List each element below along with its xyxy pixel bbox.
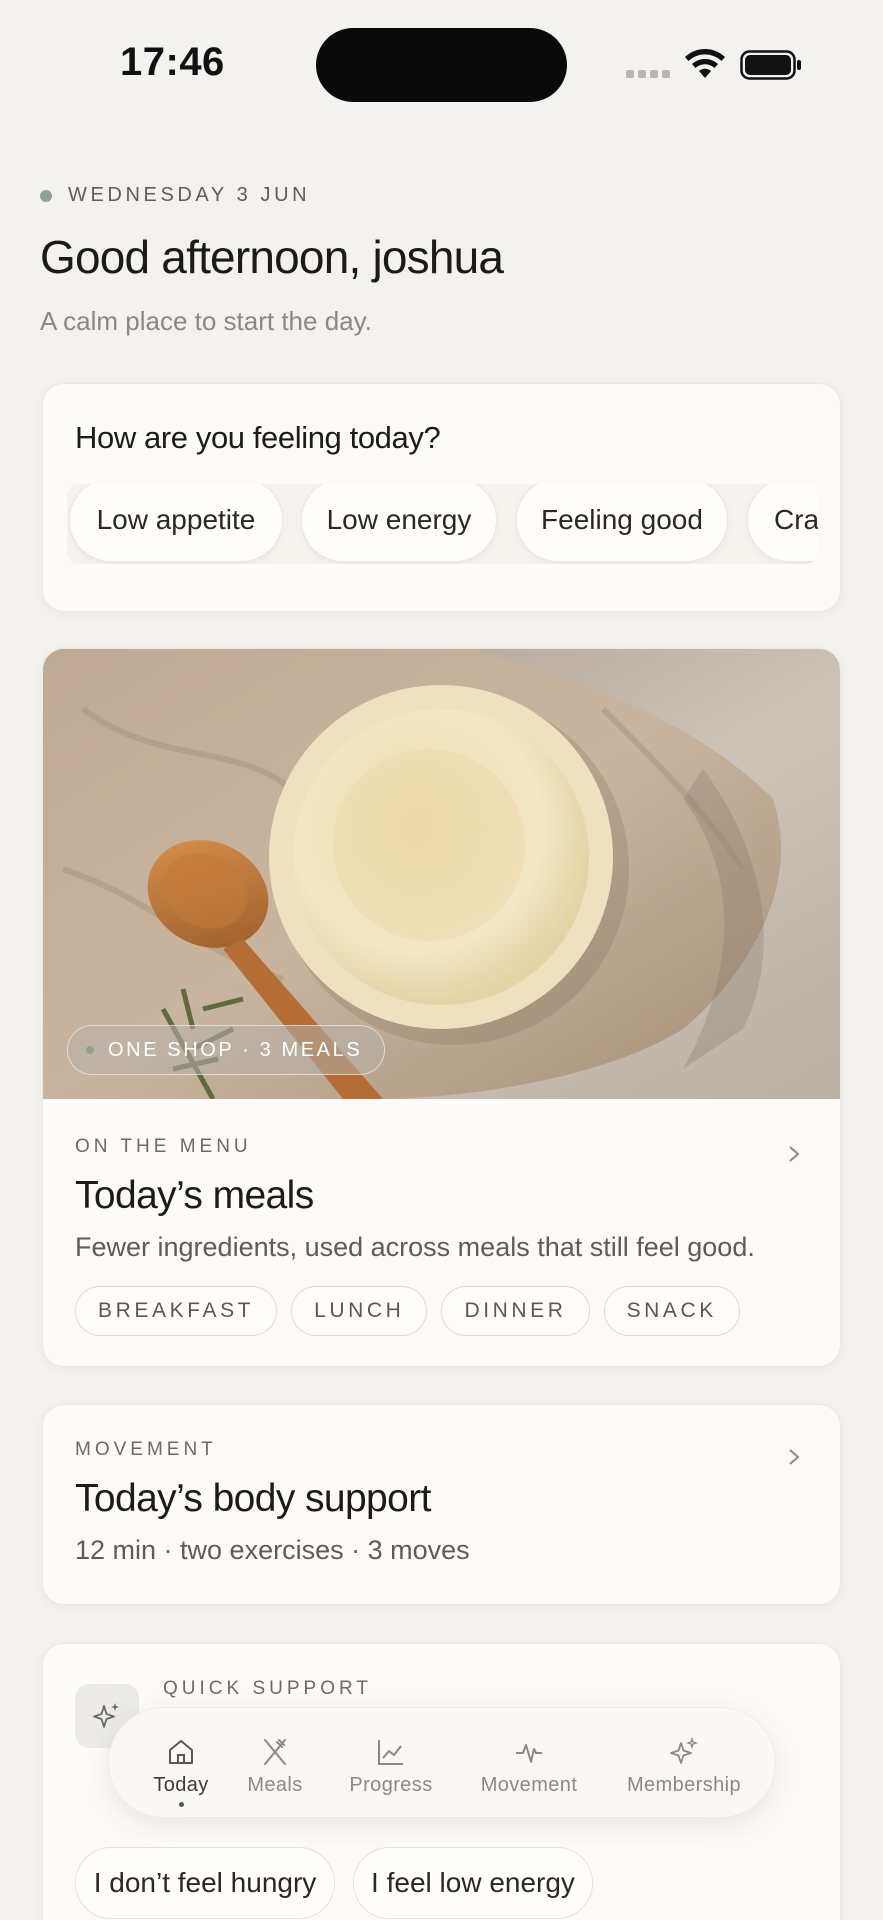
tab-label: Meals	[247, 1774, 303, 1796]
dynamic-island	[316, 28, 567, 102]
quick-chip-not-hungry[interactable]: I don’t feel hungry	[75, 1847, 335, 1919]
meal-photo: ONE SHOP · 3 MEALS	[43, 649, 840, 1099]
cellular-signal-icon	[626, 70, 672, 78]
meal-tag-breakfast[interactable]: BREAKFAST	[75, 1286, 278, 1336]
greeting-title: Good afternoon, joshua	[40, 231, 504, 283]
tab-today[interactable]: Today	[141, 1708, 221, 1819]
home-icon	[169, 1740, 193, 1764]
tab-meals[interactable]: Meals	[235, 1708, 315, 1819]
tagline: A calm place to start the day.	[40, 306, 372, 336]
sparkle-icon	[93, 1703, 119, 1728]
battery-icon	[740, 50, 801, 80]
feeling-question: How are you feeling today?	[75, 420, 441, 455]
meals-eyebrow: ON THE MENU	[75, 1136, 252, 1157]
tab-label: Progress	[349, 1774, 433, 1796]
sparkle-icon	[670, 1736, 699, 1764]
meals-subtitle: Fewer ingredients, used across meals tha…	[75, 1232, 755, 1262]
feeling-card: How are you feeling today? Low appetite …	[42, 383, 841, 612]
tab-label: Membership	[626, 1774, 742, 1796]
tab-label: Movement	[480, 1774, 578, 1796]
quick-chip-low-energy[interactable]: I feel low energy	[353, 1847, 593, 1919]
feeling-chip-cravings[interactable]: Cra	[747, 484, 818, 562]
status-bar: 17:46	[0, 0, 883, 130]
meals-card[interactable]: ONE SHOP · 3 MEALS ON THE MENU Today’s m…	[42, 648, 841, 1367]
chevron-right-icon[interactable]	[786, 1447, 802, 1467]
movement-title: Today’s body support	[75, 1477, 431, 1520]
chart-icon	[378, 1740, 403, 1765]
status-dot	[40, 189, 52, 202]
tab-progress[interactable]: Progress	[339, 1708, 443, 1819]
feeling-chip-low-appetite[interactable]: Low appetite	[69, 484, 283, 562]
feeling-chip-feeling-good[interactable]: Feeling good	[516, 484, 728, 562]
meal-badge-label: ONE SHOP · 3 MEALS	[108, 1038, 363, 1061]
bottom-tab-bar: Today Meals Progress Movement Membership	[108, 1707, 776, 1818]
tab-movement[interactable]: Movement	[475, 1708, 583, 1819]
tab-membership[interactable]: Membership	[619, 1708, 749, 1819]
movement-card[interactable]: MOVEMENT Today’s body support 12 min · t…	[42, 1404, 841, 1605]
meal-tag-lunch[interactable]: LUNCH	[291, 1286, 428, 1336]
date-label: WEDNESDAY 3 JUN	[68, 184, 311, 206]
meal-tag-dinner[interactable]: DINNER	[441, 1286, 590, 1336]
active-tab-indicator	[178, 1802, 184, 1807]
meal-tag-snack[interactable]: SNACK	[603, 1286, 740, 1336]
movement-subtitle: 12 min · two exercises · 3 moves	[75, 1535, 470, 1565]
utensils-icon	[264, 1739, 286, 1765]
meals-title: Today’s meals	[75, 1174, 314, 1217]
tab-label: Today	[153, 1774, 209, 1796]
date-row: WEDNESDAY 3 JUN	[40, 184, 310, 207]
chevron-right-icon[interactable]	[786, 1144, 802, 1164]
feeling-chip-low-energy[interactable]: Low energy	[301, 484, 497, 562]
movement-eyebrow: MOVEMENT	[75, 1439, 217, 1460]
status-time: 17:46	[120, 40, 225, 84]
pulse-icon	[516, 1744, 542, 1763]
feeling-chip-scroller[interactable]: Low appetite Low energy Feeling good Cra	[67, 484, 818, 564]
quick-support-eyebrow: QUICK SUPPORT	[163, 1678, 372, 1699]
wifi-icon	[685, 49, 725, 78]
meal-badge: ONE SHOP · 3 MEALS	[67, 1025, 385, 1075]
meal-tags: BREAKFAST LUNCH DINNER SNACK	[75, 1286, 740, 1336]
badge-dot	[86, 1046, 94, 1054]
